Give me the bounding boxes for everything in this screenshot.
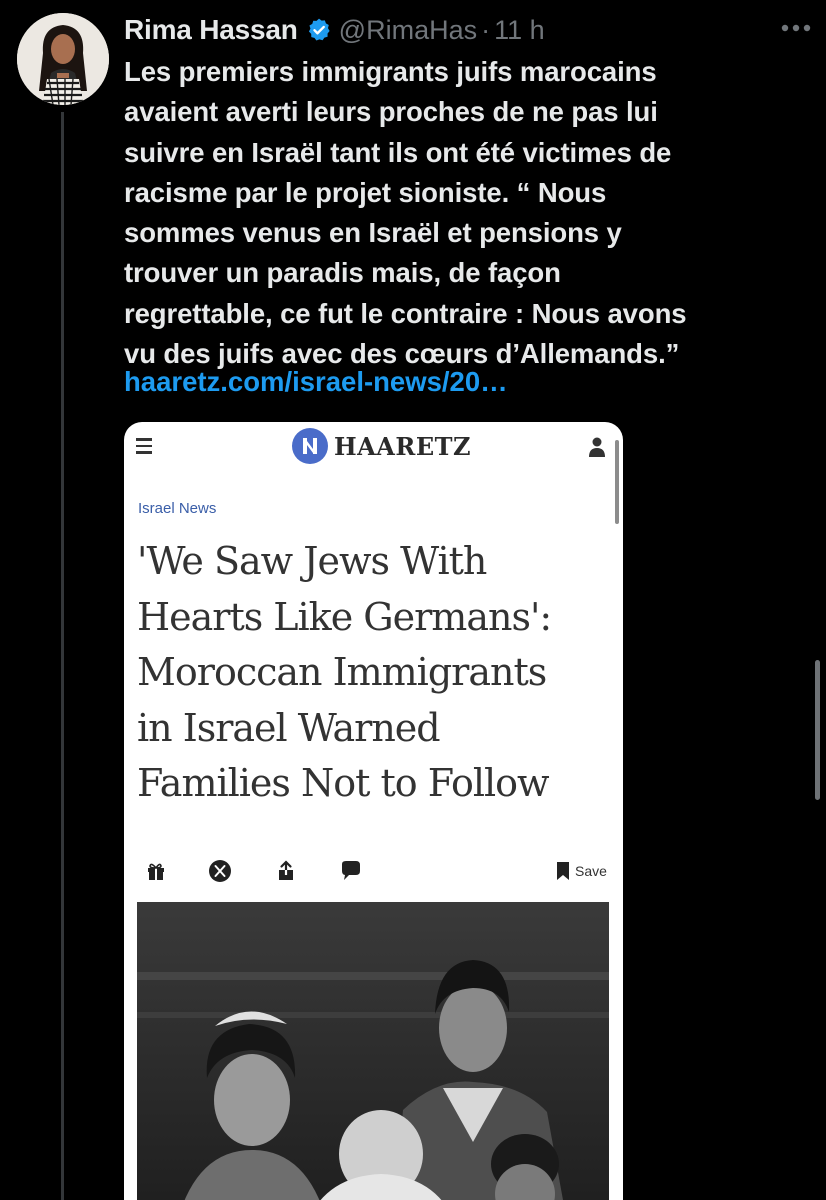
article-screenshot-card[interactable]: HAARETZ Israel News 'We Saw Jews With He… [124,422,623,1200]
tweet-text-line: sommes venus en Israël et pensions y [124,217,622,249]
more-options-icon[interactable] [778,14,814,42]
headline-line: Moroccan Immigrants [137,650,547,694]
user-account-icon [587,436,607,458]
article-link[interactable]: haaretz.com/israel-news/20… [124,366,508,398]
save-label: Save [575,863,607,879]
thread-line [61,112,64,1200]
gift-icon [143,858,169,884]
haaretz-logo: HAARETZ [292,427,471,465]
tweet-header: Rima Hassan @RimaHas · 11 h [124,10,545,50]
author-handle[interactable]: @RimaHas [339,15,477,46]
headline-line: Families Not to Follow [137,761,550,805]
page-scrollbar[interactable] [815,660,820,800]
tweet-text-line: trouver un paradis mais, de façon [124,257,561,289]
header-separator: · [481,14,491,45]
save-button: Save [556,856,607,886]
tweet-text-line: avaient averti leurs proches de ne pas l… [124,96,658,128]
bookmark-icon [557,862,569,880]
author-name[interactable]: Rima Hassan [124,14,298,46]
article-photo [137,902,609,1200]
share-icon [273,858,299,884]
headline-line: 'We Saw Jews With [137,539,487,583]
avatar[interactable] [17,13,109,105]
section-label: Israel News [138,500,217,517]
tweet-text-line: suivre en Israël tant ils ont été victim… [124,136,672,168]
article-headline: 'We Saw Jews With Hearts Like Germans': … [137,534,617,812]
headline-line: Hearts Like Germans': [137,594,552,639]
tweet-text-line: Les premiers immigrants juifs marocains [124,56,657,87]
verified-badge-icon [306,17,332,43]
tweet-text-line: regrettable, ce fut le contraire : Nous … [124,297,687,329]
x-logo-icon [207,858,233,884]
site-name: HAARETZ [334,431,472,461]
hamburger-menu-icon [136,438,152,458]
card-scrollbar [615,440,619,524]
haaretz-logo-mark-icon [292,428,328,464]
tweet-text: Les premiers immigrants juifs marocains … [124,52,784,374]
tweet-timestamp[interactable]: 11 h [494,15,545,46]
comment-icon [338,858,364,884]
headline-line: in Israel Warned [137,705,441,750]
article-share-bar: Save [124,856,623,886]
tweet-text-line: racisme par le projet sioniste. “ Nous [124,176,607,208]
